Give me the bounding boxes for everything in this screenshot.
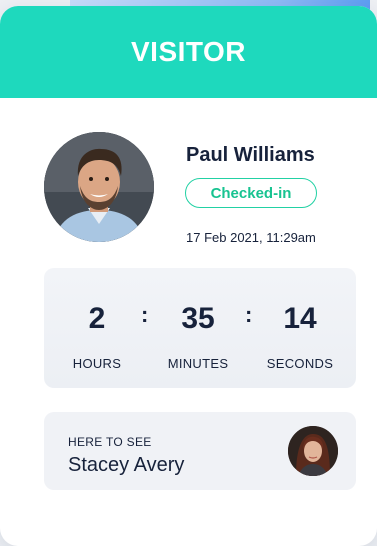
timer-minutes: 35 MINUTES	[148, 268, 248, 371]
card-header: VISITOR	[0, 6, 377, 98]
host-label: HERE TO SEE	[68, 435, 152, 449]
visitor-card: VISITOR Paul Williams Checked-in 17 Feb …	[0, 6, 377, 546]
checkin-timestamp: 17 Feb 2021, 11:29am	[186, 230, 316, 245]
minutes-label: MINUTES	[167, 356, 229, 371]
seconds-label: SECONDS	[266, 356, 334, 371]
visitor-name: Paul Williams	[186, 144, 315, 166]
host-avatar	[288, 426, 338, 476]
seconds-value: 14	[283, 302, 317, 335]
card-title: VISITOR	[130, 36, 246, 67]
elapsed-timer: 2 HOURS : 35 MINUTES : 14 SECONDS	[44, 268, 356, 388]
hours-value: 2	[88, 302, 106, 335]
host-name: Stacey Avery	[68, 454, 185, 476]
timer-hours: 2 HOURS	[47, 268, 147, 371]
status-badge: Checked-in	[185, 178, 317, 208]
visitor-photo	[44, 132, 154, 242]
host-panel: HERE TO SEE Stacey Avery	[44, 412, 356, 490]
hours-label: HOURS	[72, 356, 122, 371]
visitor-info: Paul Williams Checked-in 17 Feb 2021, 11…	[44, 132, 364, 252]
minutes-value: 35	[181, 302, 215, 335]
timer-seconds: 14 SECONDS	[250, 268, 350, 371]
visitor-avatar	[44, 132, 154, 242]
host-photo	[288, 426, 338, 476]
